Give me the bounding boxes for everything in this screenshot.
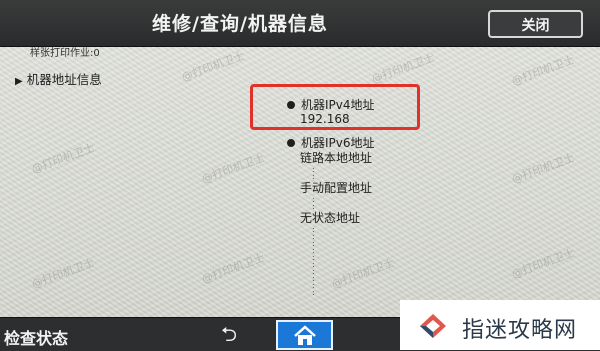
title-bar: 维修/查询/机器信息 关闭 [0, 0, 600, 47]
ellipsis-dots: :: [312, 165, 315, 181]
ellipsis-dots: :: [312, 195, 315, 211]
ipv6-label: 机器IPv6地址 [301, 136, 375, 150]
manual-address-label: 手动配置地址 [300, 181, 373, 195]
close-button[interactable]: 关闭 [488, 10, 583, 38]
bullet-icon [287, 138, 295, 147]
ipv4-label-row: 机器IPv4地址 [287, 96, 375, 113]
brand-watermark: 指迷攻略网 [400, 300, 600, 350]
page-title: 维修/查询/机器信息 [152, 13, 328, 35]
home-button[interactable] [276, 320, 333, 350]
brand-name: 指迷攻略网 [462, 318, 578, 343]
expand-triangle-icon: ▶ [15, 76, 23, 87]
ellipsis-dots: :::::::::: [312, 225, 315, 297]
section-title: 机器地址信息 [26, 72, 102, 87]
section-machine-address[interactable]: ▶ 机器地址信息 [15, 69, 102, 88]
home-icon [294, 325, 316, 345]
check-status-button[interactable]: 检查状态 [4, 325, 68, 349]
bullet-icon [287, 100, 295, 109]
stateless-address-label: 无状态地址 [300, 211, 361, 225]
link-local-label: 链路本地地址 [300, 151, 373, 165]
ipv4-label: 机器IPv4地址 [301, 98, 375, 112]
ipv4-value: 192.168 [300, 112, 350, 126]
print-job-count: 样张打印作业:0 [30, 48, 100, 59]
brand-logo-icon [420, 314, 446, 338]
back-icon[interactable]: ⮌ [207, 321, 251, 347]
